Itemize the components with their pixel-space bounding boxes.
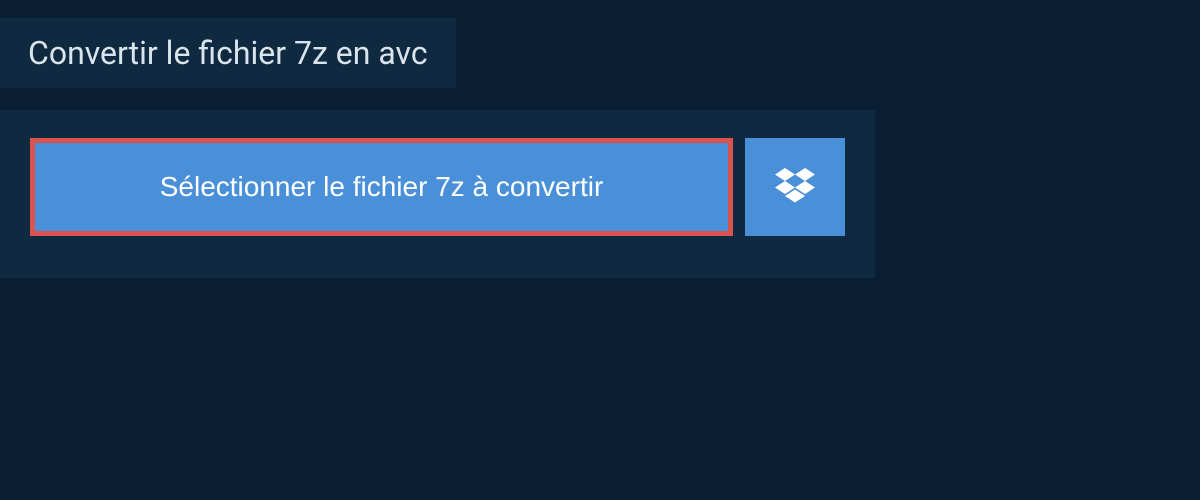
upload-panel: Sélectionner le fichier 7z à convertir (0, 110, 875, 278)
page-title: Convertir le fichier 7z en avc (28, 34, 428, 72)
dropbox-button[interactable] (745, 138, 845, 236)
dropbox-icon (775, 168, 815, 206)
select-file-button[interactable]: Sélectionner le fichier 7z à convertir (30, 138, 733, 236)
select-file-label: Sélectionner le fichier 7z à convertir (160, 171, 604, 203)
header-bar: Convertir le fichier 7z en avc (0, 18, 456, 88)
button-row: Sélectionner le fichier 7z à convertir (30, 138, 845, 236)
